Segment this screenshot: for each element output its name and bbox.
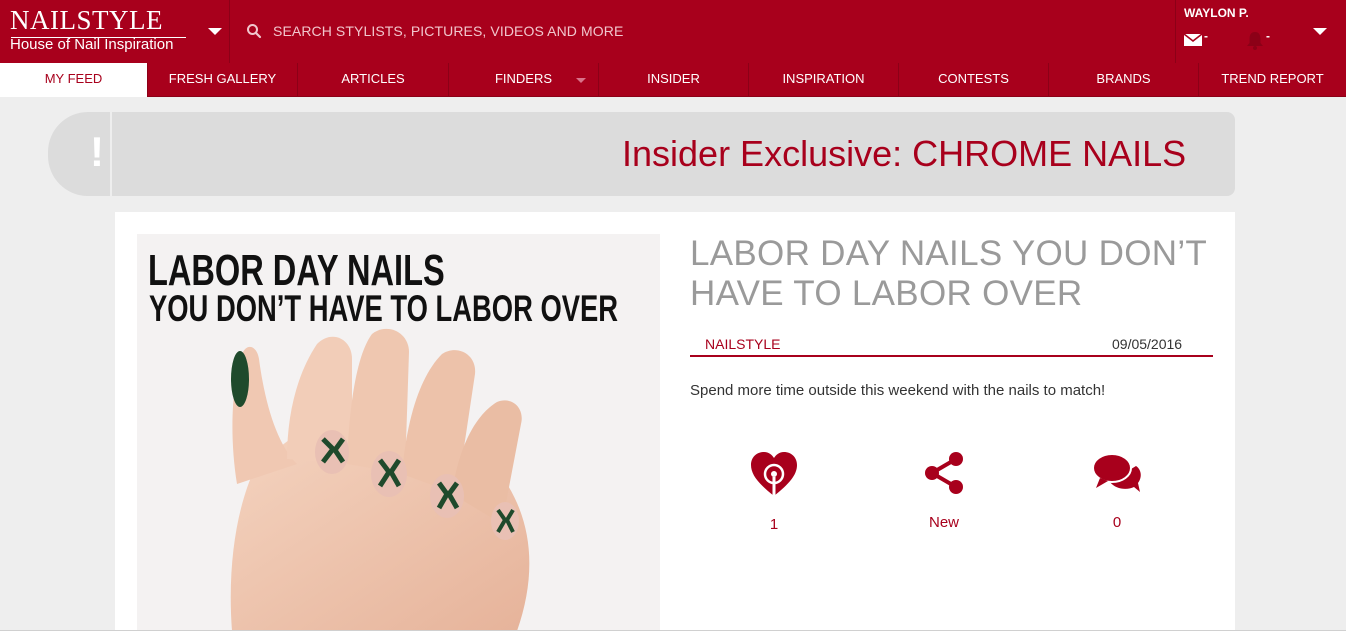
nav-item-inspiration[interactable]: INSPIRATION xyxy=(749,63,899,97)
nav-item-fresh-gallery[interactable]: FRESH GALLERY xyxy=(148,63,298,97)
image-subheading: YOU DON’T HAVE TO LABOR OVER xyxy=(149,288,619,329)
main-nav: MY FEED FRESH GALLERY ARTICLES FINDERS I… xyxy=(0,63,1346,97)
comments-stat[interactable]: 0 xyxy=(1077,450,1157,531)
article-title[interactable]: LABOR DAY NAILS YOU DON’T HAVE TO LABOR … xyxy=(690,234,1230,314)
nav-item-trend-report[interactable]: TREND REPORT xyxy=(1199,63,1346,97)
search-input[interactable]: SEARCH STYLISTS, PICTURES, VIDEOS AND MO… xyxy=(273,23,623,39)
share-icon[interactable] xyxy=(922,450,966,496)
comments-icon[interactable] xyxy=(1092,450,1142,496)
search-bar[interactable]: SEARCH STYLISTS, PICTURES, VIDEOS AND MO… xyxy=(232,14,832,48)
chevron-down-icon[interactable] xyxy=(574,76,588,85)
header-divider xyxy=(229,0,230,63)
site-logo[interactable]: NAILSTYLE House of Nail Inspiration xyxy=(10,6,190,56)
nav-item-insider[interactable]: INSIDER xyxy=(599,63,749,97)
article-description: Spend more time outside this weekend wit… xyxy=(690,382,1106,399)
mail-icon[interactable] xyxy=(1184,33,1202,47)
user-name[interactable]: WAYLON P. xyxy=(1184,6,1249,20)
banner-text[interactable]: Insider Exclusive: CHROME NAILS xyxy=(622,132,1186,176)
article-image[interactable]: LABOR DAY NAILS YOU DON’T HAVE TO LABOR … xyxy=(137,234,660,631)
search-icon[interactable] xyxy=(246,23,262,39)
nav-item-contests[interactable]: CONTESTS xyxy=(899,63,1049,97)
heart-like-icon[interactable] xyxy=(749,450,799,502)
top-header: NAILSTYLE House of Nail Inspiration SEAR… xyxy=(0,0,1346,63)
nav-item-brands[interactable]: BRANDS xyxy=(1049,63,1199,97)
messages-count: - xyxy=(1204,29,1208,43)
article-date: 09/05/2016 xyxy=(1112,336,1183,352)
like-count: 1 xyxy=(769,516,779,533)
nav-item-my-feed[interactable]: MY FEED xyxy=(0,63,148,97)
article-author[interactable]: NAILSTYLE xyxy=(705,336,780,352)
share-label: New xyxy=(928,514,959,531)
logo-subtitle: House of Nail Inspiration xyxy=(10,36,174,53)
bell-icon[interactable] xyxy=(1245,30,1265,50)
nav-item-articles[interactable]: ARTICLES xyxy=(298,63,449,97)
logo-title: NAILSTYLE xyxy=(10,5,163,35)
like-stat[interactable]: 1 xyxy=(734,450,814,533)
chevron-down-icon[interactable] xyxy=(1310,24,1330,38)
share-stat[interactable]: New xyxy=(904,450,984,531)
notifications-count: - xyxy=(1266,29,1270,43)
meta-divider xyxy=(690,355,1213,357)
header-divider xyxy=(1175,0,1176,63)
banner-divider xyxy=(110,112,112,196)
comment-count: 0 xyxy=(1112,514,1122,531)
alert-icon: ! xyxy=(90,128,104,175)
chevron-down-icon[interactable] xyxy=(205,24,225,38)
